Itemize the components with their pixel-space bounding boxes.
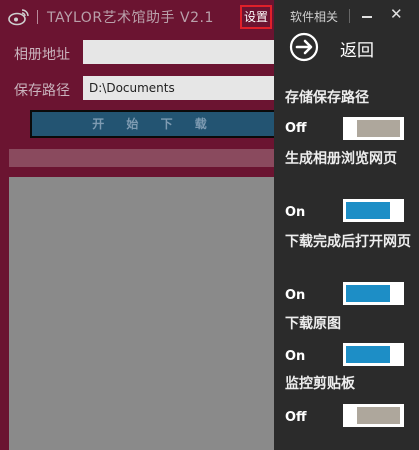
option-state-save-path: Off — [285, 121, 307, 136]
toggle-track — [346, 346, 390, 363]
software-about-link[interactable]: 软件相关 — [290, 8, 338, 25]
option-state-monitor-clipboard: Off — [285, 410, 307, 425]
log-area — [9, 177, 279, 450]
option-title-download-original: 下载原图 — [285, 316, 341, 332]
toggle-monitor-clipboard[interactable] — [343, 404, 404, 427]
option-title-open-page-after-download: 下载完成后打开网页 — [285, 234, 411, 250]
option-title-monitor-clipboard: 监控剪贴板 — [285, 376, 355, 392]
save-path-label: 保存路径 — [14, 83, 70, 99]
download-progress-bar — [9, 149, 279, 167]
option-title-generate-album-page: 生成相册浏览网页 — [285, 151, 397, 167]
toggle-track — [357, 120, 400, 137]
option-state-open-page-after-download: On — [285, 288, 306, 303]
toggle-generate-album-page[interactable] — [343, 199, 404, 222]
back-button-label[interactable]: 返回 — [340, 36, 374, 61]
option-title-save-path: 存储保存路径 — [285, 90, 369, 106]
close-icon[interactable]: ✕ — [390, 4, 403, 24]
toggle-open-page-after-download[interactable] — [343, 282, 404, 305]
title-divider — [37, 10, 38, 24]
toggle-track — [346, 202, 390, 219]
toggle-download-original[interactable] — [343, 343, 404, 366]
panel-top-divider — [349, 9, 350, 23]
save-path-input[interactable]: D:\Documents — [83, 76, 278, 100]
weibo-icon — [8, 9, 29, 26]
toggle-track — [357, 407, 400, 424]
minimize-icon[interactable] — [362, 16, 372, 18]
app-title: TAYLOR艺术馆助手 V2.1 — [47, 10, 214, 26]
toggle-save-path[interactable] — [343, 117, 404, 140]
arrow-right-circle-icon[interactable] — [289, 32, 319, 62]
toggle-track — [346, 285, 390, 302]
settings-button[interactable]: 设置 — [240, 5, 272, 29]
option-state-download-original: On — [285, 349, 306, 364]
album-address-label: 相册地址 — [14, 47, 70, 63]
option-state-generate-album-page: On — [285, 205, 306, 220]
album-address-input[interactable] — [83, 40, 278, 64]
start-download-button[interactable]: 开 始 下 载 — [30, 110, 278, 138]
